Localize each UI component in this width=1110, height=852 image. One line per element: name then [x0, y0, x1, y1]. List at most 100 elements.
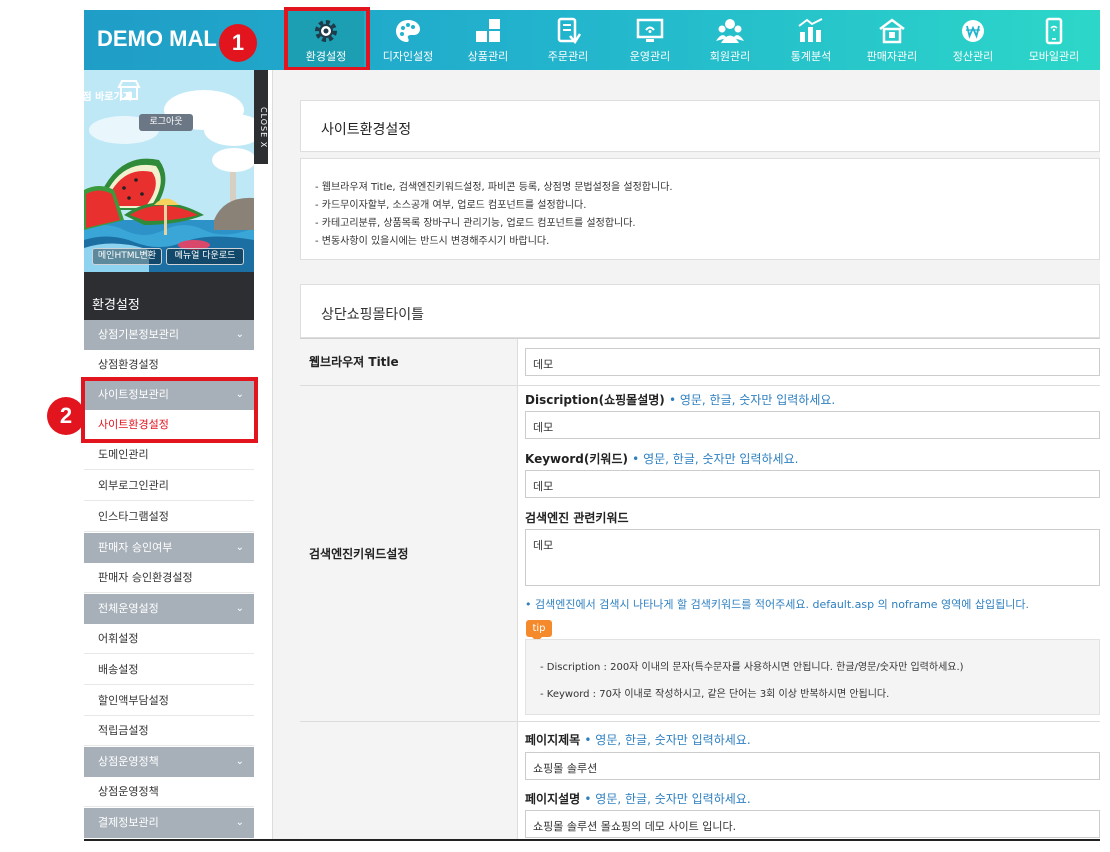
- field-hint: • 영문, 한글, 숫자만 입력하세요.: [584, 792, 751, 806]
- browser-title-input[interactable]: 데모: [525, 348, 1100, 376]
- browser-title-label: 웹브라우져 Title: [300, 339, 518, 386]
- sidebar-section-title: 환경설정: [92, 298, 140, 313]
- description-field-label: Discription(쇼핑몰설명) • 영문, 한글, 숫자만 입력하세요.: [525, 391, 835, 408]
- page-title: 사이트환경설정: [321, 122, 412, 138]
- sidebar-item-label: 판매자 승인여부: [98, 541, 173, 554]
- description-line: - 변동사항이 있을시에는 반드시 변경해주시기 바랍니다.: [315, 236, 550, 247]
- app-root: DEMO MAL 환경설정 디자인설정 상품관리 주문관리 운영관리 회원관리 …: [0, 0, 1110, 852]
- sidebar-item-label: 외부로그인관리: [98, 479, 169, 492]
- sidebar-item-instagram[interactable]: 인스타그램설정: [84, 502, 254, 532]
- nav-label: 판매자관리: [866, 50, 918, 63]
- highlight-box-nav-settings: [284, 7, 370, 71]
- sidebar-cat-payment-info[interactable]: 결제정보관리 ⌄: [84, 808, 254, 838]
- sidebar-item-shipping[interactable]: 배송설정: [84, 655, 254, 685]
- store-link[interactable]: 내상점 바로가기: [64, 88, 132, 103]
- sidebar-item-label: 상점기본정보관리: [98, 328, 179, 341]
- sidebar-item-domain[interactable]: 도메인관리: [84, 440, 254, 470]
- related-keyword-textarea[interactable]: 데모: [525, 529, 1100, 586]
- monitor-icon: [636, 18, 664, 42]
- nav-products[interactable]: 상품관리: [450, 10, 526, 70]
- sidebar-item-label: 적립금설정: [98, 724, 149, 737]
- sidebar-item-label: 전체운영설정: [98, 602, 159, 615]
- page-title-card: 사이트환경설정: [300, 100, 1100, 152]
- keyword-field-label: Keyword(키워드) • 영문, 한글, 숫자만 입력하세요.: [525, 450, 798, 467]
- section-header-card: 상단쇼핑몰타이틀: [300, 284, 1100, 338]
- page-desc-input[interactable]: 쇼핑몰 솔루션 몰쇼핑의 데모 사이트 입니다.: [525, 810, 1100, 838]
- field-hint: • 영문, 한글, 숫자만 입력하세요.: [584, 733, 751, 747]
- chevron-down-icon: ⌄: [235, 329, 244, 340]
- nav-label: 모바일관리: [1028, 50, 1080, 63]
- nav-label: 정산관리: [952, 50, 994, 63]
- description-line: - 카테고리분류, 상품목록 장바구니 관리기능, 업로드 컴포넌트를 설정합니…: [315, 218, 636, 229]
- statistics-icon: [798, 18, 823, 42]
- seo-keyword-label: 검색엔진키워드설정: [300, 386, 518, 722]
- chevron-down-icon: ⌄: [235, 756, 244, 767]
- sidebar-item-label: 결제정보관리: [98, 816, 159, 829]
- sidebar-close-tab[interactable]: CLOSE X: [254, 70, 268, 164]
- sidebar-item-discount-burden[interactable]: 할인액부담설정: [84, 686, 254, 716]
- nav-label: 상품관리: [467, 50, 509, 63]
- description-line: - 카드무이자할부, 소스공개 여부, 업로드 컴포넌트를 설정합니다.: [315, 200, 587, 211]
- tip-line: - Keyword : 70자 이내로 작성하시고, 같은 단어는 3회 이상 …: [540, 689, 890, 700]
- description-card: - 웹브라우져 Title, 검색엔진키워드설정, 파비콘 등록, 상점명 문법…: [300, 158, 1100, 260]
- sidebar-cat-seller-approval[interactable]: 판매자 승인여부 ⌄: [84, 533, 254, 563]
- field-label-text: Discription(쇼핑몰설명): [525, 393, 665, 407]
- brand-logo[interactable]: DEMO MAL: [97, 26, 217, 52]
- sidebar-item-label: 인스타그램설정: [98, 510, 169, 523]
- sidebar-item-vocabulary[interactable]: 어휘설정: [84, 624, 254, 654]
- nav-label: 운영관리: [629, 50, 671, 63]
- manual-download-button[interactable]: 메뉴얼 다운로드: [166, 248, 244, 265]
- tip-box: - Discription : 200자 이내의 문자(특수문자를 사용하시면 …: [525, 639, 1100, 715]
- won-coin-icon: [962, 20, 984, 42]
- sidebar-item-label: 판매자 승인환경설정: [98, 571, 193, 584]
- step-badge-1: 1: [219, 24, 257, 62]
- palette-icon: [396, 20, 420, 42]
- description-input[interactable]: 데모: [525, 411, 1100, 439]
- mobile-icon: [1045, 17, 1063, 45]
- nav-mobile[interactable]: 모바일관리: [1016, 10, 1092, 70]
- page-desc-field-label: 페이지설명 • 영문, 한글, 숫자만 입력하세요.: [525, 790, 751, 807]
- highlight-box-sidebar-site: [81, 377, 258, 443]
- sidebar-item-store-settings[interactable]: 상점환경설정: [84, 350, 254, 380]
- page-title-field-label: 페이지제목 • 영문, 한글, 숫자만 입력하세요.: [525, 731, 751, 748]
- nav-members[interactable]: 회원관리: [692, 10, 768, 70]
- chevron-down-icon: ⌄: [235, 817, 244, 828]
- page-title-input[interactable]: 쇼핑몰 솔루션: [525, 752, 1100, 780]
- nav-orders[interactable]: 주문관리: [530, 10, 606, 70]
- nav-label: 주문관리: [547, 50, 589, 63]
- section-title: 상단쇼핑몰타이틀: [321, 307, 425, 323]
- field-hint: • 영문, 한글, 숫자만 입력하세요.: [668, 393, 836, 407]
- step-badge-2: 2: [47, 397, 85, 435]
- store-building-icon: [879, 18, 905, 44]
- sidebar-item-external-login[interactable]: 외부로그인관리: [84, 471, 254, 501]
- field-label-text: 페이지제목: [525, 733, 581, 747]
- tip-line: - Discription : 200자 이내의 문자(특수문자를 사용하시면 …: [540, 662, 964, 673]
- description-line: - 웹브라우져 Title, 검색엔진키워드설정, 파비콘 등록, 상점명 문법…: [315, 182, 673, 193]
- related-keyword-hint: • 검색엔진에서 검색시 나타나게 할 검색키워드를 적어주세요. defaul…: [525, 598, 1029, 611]
- sidebar-item-store-policy[interactable]: 상점운영정책: [84, 777, 254, 807]
- sidebar-cat-store-basic-info[interactable]: 상점기본정보관리 ⌄: [84, 320, 254, 350]
- browser-title-cell: 데모: [518, 339, 1100, 386]
- nav-design[interactable]: 디자인설정: [370, 10, 446, 70]
- field-label-text: Keyword(키워드): [525, 452, 628, 466]
- keyword-input[interactable]: 데모: [525, 470, 1100, 498]
- nav-operations[interactable]: 운영관리: [612, 10, 688, 70]
- nav-sellers[interactable]: 판매자관리: [854, 10, 930, 70]
- boxes-icon: [476, 19, 500, 42]
- sidebar-item-label: 도메인관리: [98, 448, 149, 461]
- members-icon: [716, 19, 744, 43]
- sidebar-item-label: 상점운영정책: [98, 785, 159, 798]
- tip-badge: tip: [526, 620, 552, 642]
- sidebar-item-label: 상점환경설정: [98, 358, 159, 371]
- sidebar-item-points[interactable]: 적립금설정: [84, 716, 254, 746]
- sidebar-item-label: 배송설정: [98, 663, 139, 676]
- nav-settlement[interactable]: 정산관리: [935, 10, 1011, 70]
- sidebar-cat-store-policy[interactable]: 상점운영정책 ⌄: [84, 747, 254, 777]
- nav-label: 회원관리: [709, 50, 751, 63]
- nav-statistics[interactable]: 통계분석: [773, 10, 849, 70]
- logout-button[interactable]: 로그아웃: [139, 114, 193, 131]
- related-keyword-label: 검색엔진 관련키워드: [525, 511, 629, 525]
- sidebar-item-seller-approval-settings[interactable]: 판매자 승인환경설정: [84, 563, 254, 593]
- main-html-convert-button[interactable]: 메인HTML변환: [92, 248, 162, 265]
- sidebar-cat-overall-operation[interactable]: 전체운영설정 ⌄: [84, 594, 254, 624]
